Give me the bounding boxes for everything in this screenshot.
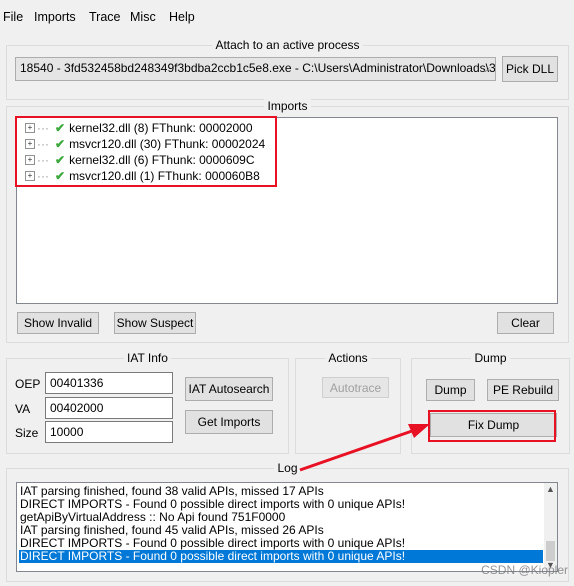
watermark: CSDN @Kiopler [481, 563, 568, 577]
red-arrow [299, 424, 430, 472]
